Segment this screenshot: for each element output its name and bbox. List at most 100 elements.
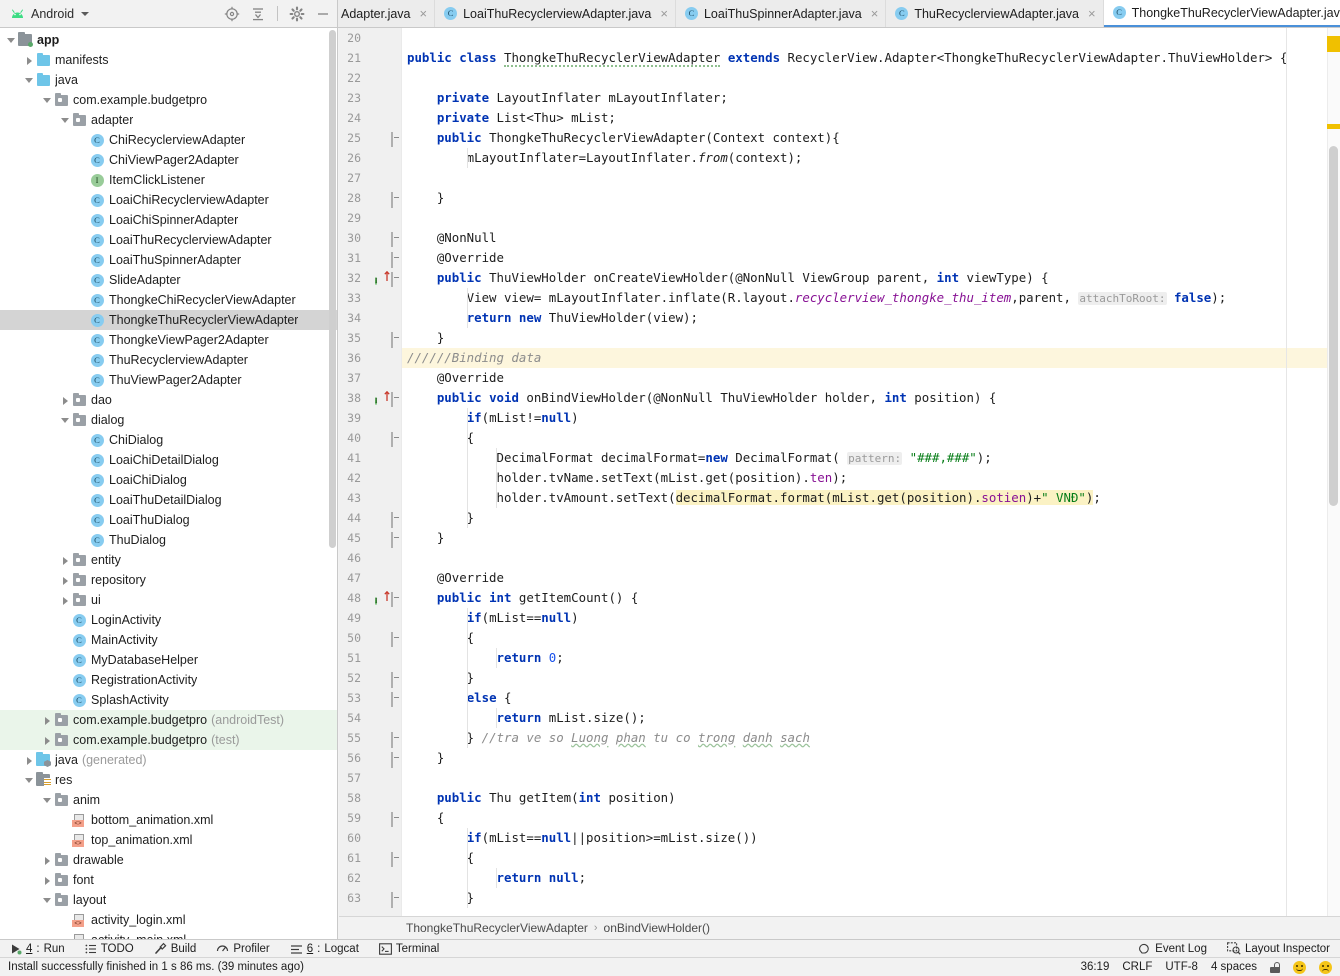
chevron-down-icon[interactable] — [6, 35, 17, 46]
code-line[interactable]: //////Binding data — [402, 348, 1340, 368]
code-line[interactable] — [402, 28, 1340, 48]
fold-region-end-icon[interactable] — [391, 732, 400, 748]
tree-node[interactable]: C LoaiChiDetailDialog — [0, 450, 337, 470]
tool-window-button-run[interactable]: 4: Run — [0, 940, 75, 958]
gutter-row[interactable]: 63 — [339, 888, 401, 908]
gutter-row[interactable]: 61 — [339, 848, 401, 868]
gutter-row[interactable]: 26 — [339, 148, 401, 168]
sidebar-scrollbar-thumb[interactable] — [329, 30, 336, 548]
fold-region-start-icon[interactable] — [391, 592, 400, 607]
override-method-marker-icon[interactable]: I — [375, 271, 390, 285]
fold-region-start-icon[interactable] — [391, 812, 400, 827]
editor-tab[interactable]: C ThuRecyclerviewAdapter.java × — [886, 0, 1104, 27]
tree-node[interactable]: <>activity_main.xml — [0, 930, 337, 939]
tree-node[interactable]: adapter — [0, 110, 337, 130]
editor-tab[interactable]: Adapter.java × — [338, 0, 436, 27]
code-line[interactable]: } — [402, 748, 1340, 768]
tree-node[interactable]: app — [0, 30, 337, 50]
line-separator[interactable]: CRLF — [1122, 961, 1152, 973]
gutter-row[interactable]: 43 — [339, 488, 401, 508]
project-tree-panel[interactable]: app manifests java com.example.budgetpro ada… — [0, 28, 338, 939]
chevron-right-icon[interactable] — [42, 875, 53, 886]
code-line[interactable]: holder.tvAmount.setText(decimalFormat.fo… — [402, 488, 1340, 508]
fold-region-end-icon[interactable] — [391, 752, 400, 768]
code-line[interactable]: @Override — [402, 368, 1340, 388]
file-encoding[interactable]: UTF-8 — [1165, 961, 1198, 973]
code-line[interactable] — [402, 208, 1340, 228]
code-line[interactable]: @Override — [402, 568, 1340, 588]
smiley-sad-icon[interactable] — [1319, 960, 1332, 974]
smiley-happy-icon[interactable] — [1293, 960, 1306, 974]
gutter-row[interactable]: 25 — [339, 128, 401, 148]
code-line[interactable]: public int getItemCount() { — [402, 588, 1340, 608]
tree-node[interactable]: C ThongkeThuRecyclerViewAdapter — [0, 310, 337, 330]
gutter-row[interactable]: 60 — [339, 828, 401, 848]
gutter-row[interactable]: 37 — [339, 368, 401, 388]
gutter-row[interactable]: 21 — [339, 48, 401, 68]
chevron-down-icon[interactable] — [42, 95, 53, 106]
fold-region-start-icon[interactable] — [391, 232, 400, 247]
gutter-row[interactable]: 42 — [339, 468, 401, 488]
close-icon[interactable]: × — [660, 7, 668, 20]
code-line[interactable]: if(mList==null) — [402, 608, 1340, 628]
tree-node[interactable]: entity — [0, 550, 337, 570]
chevron-right-icon[interactable] — [60, 395, 71, 406]
gutter-row[interactable]: 54 — [339, 708, 401, 728]
tree-node[interactable]: font — [0, 870, 337, 890]
override-method-marker-icon[interactable]: I — [375, 591, 390, 605]
warning-marker[interactable] — [1327, 124, 1340, 129]
gutter-row[interactable]: 59 — [339, 808, 401, 828]
tool-window-button-terminal[interactable]: Terminal — [369, 940, 449, 958]
tree-node[interactable]: C ThuViewPager2Adapter — [0, 370, 337, 390]
gutter-row[interactable]: 55 — [339, 728, 401, 748]
code-line[interactable]: DecimalFormat decimalFormat=new DecimalF… — [402, 448, 1340, 468]
tree-node[interactable]: java (generated) — [0, 750, 337, 770]
gutter-row[interactable]: 31 — [339, 248, 401, 268]
gutter-row[interactable]: 50 — [339, 628, 401, 648]
breadcrumb-method[interactable]: onBindViewHolder() — [604, 921, 711, 935]
tree-node[interactable]: <> bottom_animation.xml — [0, 810, 337, 830]
gutter-row[interactable]: 45 — [339, 528, 401, 548]
gutter-row[interactable]: 36 — [339, 348, 401, 368]
tree-node[interactable]: ui — [0, 590, 337, 610]
tree-node[interactable]: C ThongkeChiRecyclerViewAdapter — [0, 290, 337, 310]
gutter-row[interactable]: 58 — [339, 788, 401, 808]
collapse-all-icon[interactable] — [250, 6, 266, 22]
code-editor[interactable]: 20 21 22 23 24 25 26 27 28 29 30 31 32 I 33 34 35 36 37 38 I… — [339, 28, 1340, 939]
chevron-right-icon[interactable] — [60, 575, 71, 586]
tree-node[interactable]: dao — [0, 390, 337, 410]
code-line[interactable]: } — [402, 328, 1340, 348]
code-line[interactable]: } — [402, 508, 1340, 528]
gutter-row[interactable]: 47 — [339, 568, 401, 588]
chevron-right-icon[interactable] — [42, 715, 53, 726]
tool-window-button-profiler[interactable]: Profiler — [206, 940, 279, 958]
gutter-row[interactable]: 56 — [339, 748, 401, 768]
chevron-down-icon[interactable] — [42, 895, 53, 906]
gutter-row[interactable]: 51 — [339, 648, 401, 668]
tool-window-button-event-log[interactable]: Event Log — [1128, 940, 1217, 958]
tool-window-button-layout-inspector[interactable]: Layout Inspector — [1217, 940, 1340, 958]
tree-node[interactable]: repository — [0, 570, 337, 590]
code-line[interactable]: @Override — [402, 248, 1340, 268]
code-line[interactable]: if(mList!=null) — [402, 408, 1340, 428]
code-line[interactable] — [402, 548, 1340, 568]
fold-region-end-icon[interactable] — [391, 252, 400, 268]
editor-gutter[interactable]: 20 21 22 23 24 25 26 27 28 29 30 31 32 I 33 34 35 36 37 38 I… — [339, 28, 401, 939]
editor-scrollbar-track[interactable] — [1327, 28, 1340, 939]
gutter-row[interactable]: 27 — [339, 168, 401, 188]
tree-node[interactable]: C ChiRecyclerviewAdapter — [0, 130, 337, 150]
chevron-down-icon[interactable] — [81, 11, 90, 16]
code-line[interactable]: holder.tvName.setText(mList.get(position… — [402, 468, 1340, 488]
code-line[interactable]: public Thu getItem(int position) — [402, 788, 1340, 808]
tree-node[interactable]: C SplashActivity — [0, 690, 337, 710]
gutter-row[interactable]: 62 — [339, 868, 401, 888]
tree-node[interactable]: C MainActivity — [0, 630, 337, 650]
code-line[interactable]: } — [402, 668, 1340, 688]
chevron-right-icon[interactable] — [42, 735, 53, 746]
indent-setting[interactable]: 4 spaces — [1211, 961, 1257, 973]
tree-node[interactable]: manifests — [0, 50, 337, 70]
tree-node[interactable]: drawable — [0, 850, 337, 870]
chevron-down-icon[interactable] — [60, 415, 71, 426]
gutter-row[interactable]: 24 — [339, 108, 401, 128]
code-line[interactable]: private List<Thu> mList; — [402, 108, 1340, 128]
